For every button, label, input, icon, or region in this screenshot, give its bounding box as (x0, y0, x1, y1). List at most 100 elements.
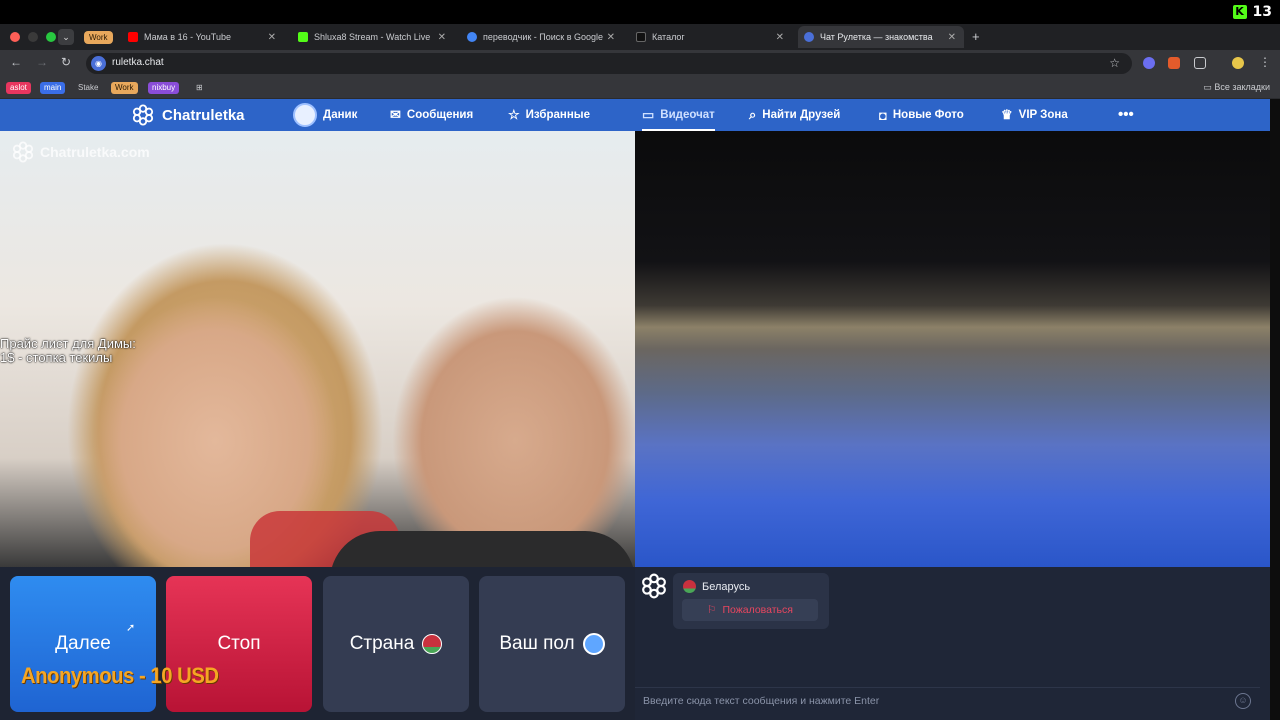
close-tab-icon[interactable]: ✕ (948, 32, 956, 43)
nav-user-label: Даник (323, 109, 358, 121)
flag-icon: ⚐ (707, 604, 717, 616)
camera-icon: ◘ (879, 107, 887, 123)
partner-avatar-logo-icon (642, 573, 666, 599)
chatruletka-favicon-icon (804, 32, 814, 42)
site-info-icon[interactable]: ◉ (91, 56, 106, 71)
nav-vip[interactable]: ♛ VIP Зона (1001, 99, 1068, 131)
report-button[interactable]: ⚐ Пожаловаться (682, 599, 818, 621)
system-top-strip: K 13 (0, 0, 1280, 24)
kick-count: 13 (1252, 4, 1272, 20)
stop-button[interactable]: Стоп (166, 576, 312, 712)
chat-input-bar: ☺ (635, 687, 1260, 715)
report-button-label: Пожаловаться (722, 604, 793, 616)
next-button[interactable]: Далее (10, 576, 156, 712)
tab-label: Чат Рулетка — знакомства (820, 32, 933, 42)
google-favicon-icon (467, 32, 477, 42)
user-avatar (293, 103, 317, 127)
close-tab-icon[interactable]: ✕ (776, 32, 784, 43)
next-button-label: Далее (55, 633, 111, 654)
tab-chatruletka[interactable]: Чат Рулетка — знакомства ✕ (798, 26, 964, 48)
tab-youtube[interactable]: Мама в 16 - YouTube ✕ (122, 26, 284, 48)
tab-group-chip[interactable]: Work (84, 31, 113, 44)
all-bookmarks[interactable]: ▭ Все закладки (1203, 82, 1270, 93)
country-button-label: Страна (349, 633, 415, 654)
nav-videochat-label: Видеочат (660, 109, 715, 121)
kick-badge[interactable]: K 13 (1232, 4, 1272, 20)
extension-2-icon[interactable] (1168, 57, 1180, 69)
apps-grid-icon[interactable]: ⊞ (192, 82, 207, 94)
self-video (635, 131, 1270, 567)
gender-button[interactable]: Ваш пол (479, 576, 625, 712)
chat-message-input[interactable] (643, 695, 1223, 707)
tab-search-icon[interactable]: ⌄ (58, 29, 74, 45)
browser-menu-icon[interactable]: ⋮ (1259, 55, 1271, 69)
partner-info-card: Беларусь ⚐ Пожаловаться (673, 573, 829, 629)
all-bookmarks-label: Все закладки (1214, 82, 1270, 92)
close-tab-icon[interactable]: ✕ (268, 32, 276, 43)
nav-find-friends[interactable]: ⌕ Найти Друзей (749, 99, 840, 131)
emoji-icon[interactable]: ☺ (1235, 693, 1251, 709)
nav-messages[interactable]: ✉ Сообщения (390, 99, 473, 131)
close-tab-icon[interactable]: ✕ (607, 32, 615, 43)
brand-logo[interactable]: Chatruletka (132, 104, 245, 126)
search-icon: ⌕ (749, 107, 757, 122)
mouse-cursor-icon: ➚ (126, 622, 136, 634)
window-controls (10, 32, 56, 42)
partner-video: Chatruletka.com Прайс лист для Димы: 1$ … (0, 131, 635, 567)
minimize-window-button[interactable] (28, 32, 38, 42)
kick-logo-icon: K (1232, 5, 1247, 19)
back-arrow-icon[interactable]: ← (10, 55, 22, 69)
tab-label: переводчик - Поиск в Google (483, 32, 604, 42)
overlay-line-2: 1$ - стопка текилы (0, 350, 113, 365)
new-tab-plus-icon[interactable]: + (972, 29, 980, 44)
nav-favorites[interactable]: ☆ Избранные (508, 99, 590, 131)
close-window-button[interactable] (10, 32, 20, 42)
browser-toolbar: ← → ↻ ◉ ruletka.chat ☆ ⋮ (0, 50, 1280, 77)
donation-alert: Anonymous - 10 USD (21, 663, 219, 688)
country-button[interactable]: Страна (323, 576, 469, 712)
browser-tab-strip: ⌄ Work Мама в 16 - YouTube ✕ Shluxa8 Str… (0, 24, 1280, 50)
url-text: ruletka.chat (112, 57, 164, 68)
bookmark-work[interactable]: Work (111, 82, 138, 94)
extension-1-icon[interactable] (1143, 57, 1155, 69)
forward-arrow-icon[interactable]: → (36, 55, 48, 69)
watermark-logo-icon (12, 141, 34, 163)
address-bar[interactable]: ◉ ruletka.chat ☆ (86, 53, 1132, 74)
bookmark-nixbuy[interactable]: nixbuy (148, 82, 180, 94)
chat-panel: Беларусь ⚐ Пожаловаться ☺ (635, 567, 1270, 720)
stop-button-label: Стоп (217, 633, 261, 654)
extensions-puzzle-icon[interactable] (1194, 57, 1206, 69)
tab-label: Мама в 16 - YouTube (144, 32, 231, 42)
bookmark-stake[interactable]: Stake (74, 82, 102, 94)
catalog-favicon-icon (636, 32, 646, 42)
bookmark-main[interactable]: main (40, 82, 66, 94)
partner-country-label: Беларусь (702, 580, 751, 593)
more-menu-icon[interactable]: ••• (1118, 106, 1134, 123)
nav-new-photos-label: Новые Фото (892, 109, 964, 121)
video-camera-icon: ▭ (642, 107, 655, 122)
reload-icon[interactable]: ↻ (61, 55, 71, 69)
star-icon: ☆ (508, 107, 520, 122)
gender-icon (582, 633, 605, 655)
tab-catalog[interactable]: Каталог ✕ (630, 26, 792, 48)
tab-kick[interactable]: Shluxa8 Stream - Watch Live ✕ (292, 26, 454, 48)
stream-overlay-text: Прайс лист для Димы: 1$ - стопка текилы (0, 337, 136, 365)
window-edge (1270, 99, 1280, 720)
nav-new-photos[interactable]: ◘ Новые Фото (879, 99, 964, 131)
bookmark-star-icon[interactable]: ☆ (1109, 56, 1120, 70)
chatruletka-logo-icon (132, 104, 154, 126)
bookmark-aslot[interactable]: aslot (6, 82, 31, 94)
profile-avatar-icon[interactable] (1232, 57, 1244, 69)
nav-videochat[interactable]: ▭ Видеочат (642, 99, 715, 131)
brand-name: Chatruletka (162, 106, 245, 124)
nav-messages-label: Сообщения (406, 109, 474, 121)
nav-user[interactable]: Даник (293, 99, 357, 131)
tab-label: Каталог (652, 32, 685, 42)
maximize-window-button[interactable] (46, 32, 56, 42)
gender-button-label: Ваш пол (499, 633, 575, 654)
close-tab-icon[interactable]: ✕ (438, 32, 446, 43)
tab-google[interactable]: переводчик - Поиск в Google ✕ (461, 26, 623, 48)
nav-find-friends-label: Найти Друзей (762, 109, 841, 121)
crown-icon: ♛ (1001, 107, 1013, 122)
belarus-flag-icon (422, 634, 443, 654)
